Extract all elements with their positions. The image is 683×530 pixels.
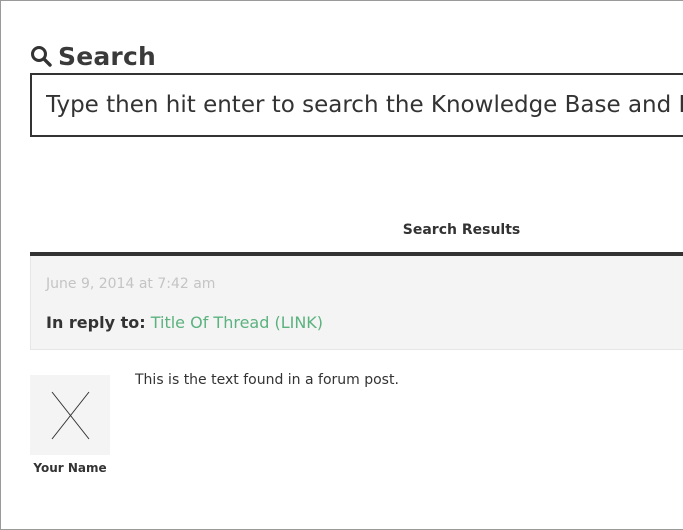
reply-line: In reply to: Title Of Thread (LINK) [46, 313, 323, 332]
post-header: June 9, 2014 at 7:42 am In reply to: Tit… [30, 256, 683, 350]
search-results-header: Search Results [402, 222, 521, 238]
search-icon [30, 45, 52, 67]
search-title: Search [58, 41, 156, 71]
thread-link[interactable]: Title Of Thread (LINK) [151, 313, 323, 332]
search-heading: Search [30, 40, 156, 72]
placeholder-x-icon [51, 391, 90, 440]
search-input[interactable] [32, 75, 683, 135]
post-content: This is the text found in a forum post. [135, 372, 399, 388]
search-box[interactable] [30, 73, 683, 137]
reply-label: In reply to: [46, 313, 146, 332]
avatar [30, 375, 110, 455]
post-date: June 9, 2014 at 7:42 am [46, 276, 216, 292]
author-name: Your Name [33, 461, 107, 475]
